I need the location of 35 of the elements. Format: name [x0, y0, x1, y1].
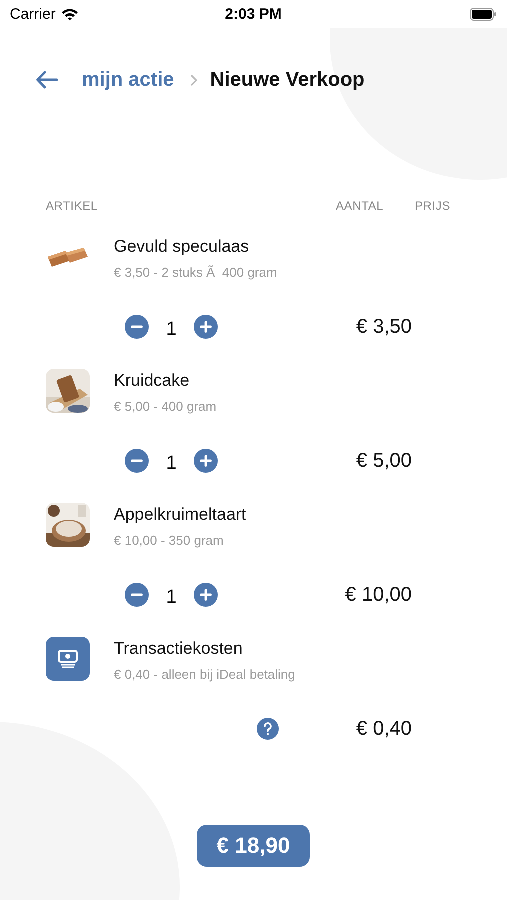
- column-header: ARTIKEL: [46, 199, 98, 213]
- chevron-icon: [190, 74, 198, 86]
- column-header: PRIJS: [415, 199, 451, 213]
- clock-time: 2:03 PM: [225, 6, 282, 22]
- item-name: Appelkruimeltaart: [114, 505, 246, 525]
- quantity-value: 1: [165, 318, 178, 341]
- breadcrumb-link[interactable]: mijn actie: [82, 68, 174, 92]
- page-title: Nieuwe Verkoop: [210, 68, 365, 92]
- back-arrow-icon[interactable]: [36, 71, 58, 89]
- minus-button[interactable]: [125, 449, 149, 473]
- item-price: € 10,00: [345, 584, 412, 606]
- quantity-value: 1: [165, 586, 178, 609]
- item-details: € 0,40 - alleen bij iDeal betaling: [114, 667, 296, 682]
- minus-button[interactable]: [125, 583, 149, 607]
- minus-button[interactable]: [125, 315, 149, 339]
- plus-button[interactable]: [194, 315, 218, 339]
- carrier-label: Carrier: [10, 6, 56, 22]
- item-name: Kruidcake: [114, 371, 191, 391]
- item-details: € 3,50 - 2 stuks Ã 400 gram: [114, 265, 278, 280]
- help-icon[interactable]: [257, 718, 279, 740]
- item-details: € 10,00 - 350 gram: [114, 533, 225, 548]
- banknote-icon: [46, 637, 90, 681]
- item-price: € 3,50: [356, 316, 412, 338]
- item-name: Gevuld speculaas: [114, 237, 250, 257]
- column-header: AANTAL: [336, 199, 384, 213]
- item-name: Transactiekosten: [114, 639, 244, 659]
- battery-icon: [470, 8, 497, 20]
- wifi-icon: [60, 8, 79, 20]
- quantity-value: 1: [165, 452, 178, 475]
- item-price: € 0,40: [356, 718, 412, 740]
- total-button[interactable]: € 18,90: [196, 825, 310, 867]
- item-details: € 5,00 - 400 gram: [114, 399, 217, 414]
- plus-button[interactable]: [194, 449, 218, 473]
- plus-button[interactable]: [194, 583, 218, 607]
- item-price: € 5,00: [356, 450, 412, 472]
